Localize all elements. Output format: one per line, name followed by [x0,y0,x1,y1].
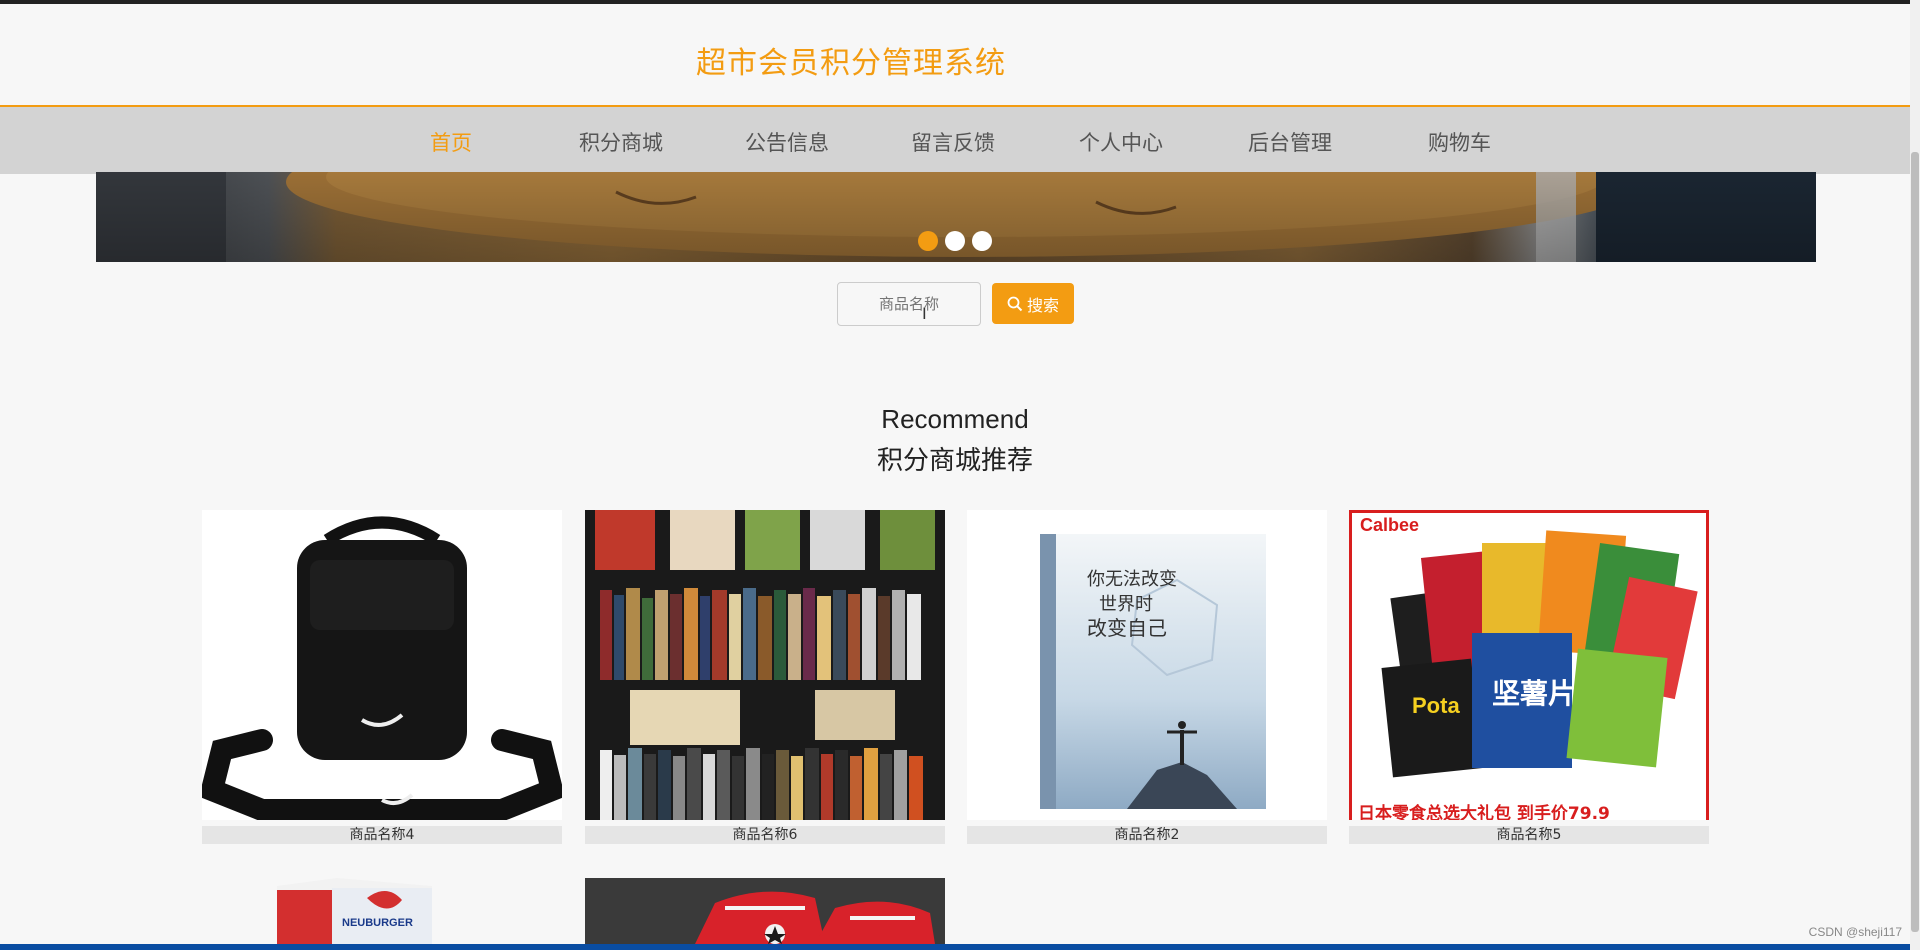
product-card[interactable]: Calbee Pota 坚薯片 日本零食总选大礼包 到手价79.9 商品名称5 [1349,510,1709,844]
product-name[interactable]: 商品名称5 [1349,826,1709,844]
nav-item-home[interactable]: 首页 [430,127,472,157]
svg-text:Calbee: Calbee [1360,515,1419,535]
section-title-cn: 积分商城推荐 [876,446,1033,476]
taskbar-strip [0,944,1910,950]
scrollbar-thumb[interactable] [1911,152,1919,932]
product-card[interactable]: NEUBURGER [202,878,562,944]
product-name[interactable]: 商品名称2 [967,826,1327,844]
main-nav: 首页 积分商城 公告信息 留言反馈 个人中心 后台管理 购物车 [0,105,1910,174]
product-card[interactable] [585,878,945,944]
carousel-dot-2[interactable] [945,231,965,251]
svg-text:改变自己: 改变自己 [1087,616,1167,640]
text-cursor-icon: I [922,304,927,323]
watermark: CSDN @sheji117 [1808,925,1902,939]
product-card[interactable]: 商品名称6 [585,510,945,844]
search-input[interactable] [837,282,981,326]
carousel-dot-1[interactable] [918,231,938,251]
nav-item-personal-center[interactable]: 个人中心 [1079,127,1163,157]
section-title-en: Recommend [881,404,1029,434]
svg-text:Pota: Pota [1412,693,1460,718]
product-name[interactable]: 商品名称4 [202,826,562,844]
svg-text:坚薯片: 坚薯片 [1492,677,1576,710]
product-name[interactable]: 商品名称6 [585,826,945,844]
vertical-scrollbar[interactable] [1910,0,1920,950]
search-button[interactable]: 搜索 [992,283,1074,324]
search-button-label: 搜索 [1026,295,1059,315]
product-image-snacks[interactable]: Calbee Pota 坚薯片 日本零食总选大礼包 到手价79.9 [1349,510,1709,820]
product-image-milk[interactable]: NEUBURGER [202,878,562,944]
product-image-bag[interactable] [202,510,562,820]
site-header: 超市会员积分管理系统 [0,4,1920,104]
svg-text:你无法改变: 你无法改变 [1087,569,1177,590]
nav-item-feedback[interactable]: 留言反馈 [911,127,995,157]
site-title: 超市会员积分管理系统 [696,46,1006,81]
product-image-book[interactable]: 你无法改变 世界时 改变自己 [967,510,1327,820]
product-image-sneakers[interactable] [585,878,945,944]
product-card[interactable]: 商品名称4 [202,510,562,844]
product-card[interactable]: 你无法改变 世界时 改变自己 商品名称2 [967,510,1327,844]
svg-text:世界时: 世界时 [1099,594,1153,615]
nav-item-admin[interactable]: 后台管理 [1248,127,1332,157]
nav-item-announcements[interactable]: 公告信息 [745,127,829,157]
svg-text:日本零食总选大礼包 到手价79.9: 日本零食总选大礼包 到手价79.9 [1358,803,1610,820]
search-icon [1007,296,1023,311]
carousel-dot-3[interactable] [972,231,992,251]
product-image-bookshelf[interactable] [585,510,945,820]
nav-item-points-mall[interactable]: 积分商城 [579,127,663,157]
svg-text:NEUBURGER: NEUBURGER [342,917,413,929]
nav-item-cart[interactable]: 购物车 [1428,127,1491,157]
